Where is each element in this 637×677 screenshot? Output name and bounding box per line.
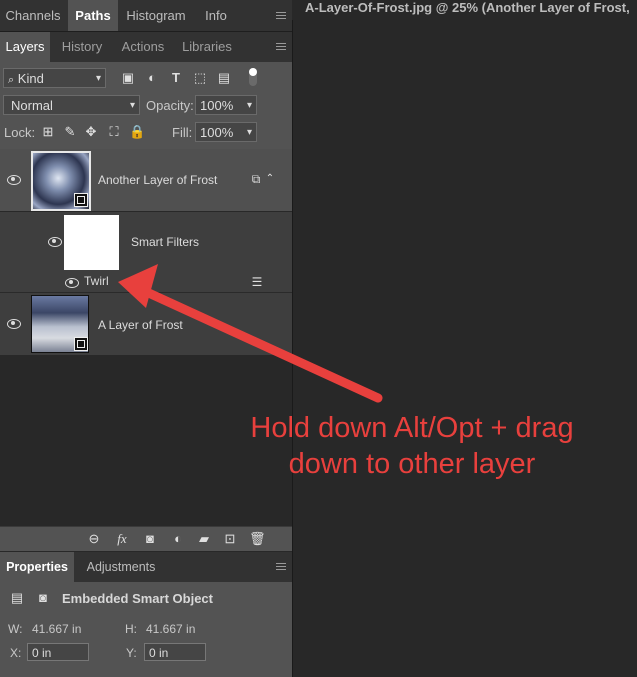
annotation-text: Hold down Alt/Opt + drag down to other l…	[212, 410, 612, 482]
annotation-line-1: Hold down Alt/Opt + drag	[250, 412, 574, 444]
arrow-head	[118, 264, 158, 308]
annotation-line-2: down to other layer	[288, 448, 536, 480]
arrow-shaft	[135, 284, 383, 403]
annotation-arrow	[118, 264, 383, 403]
